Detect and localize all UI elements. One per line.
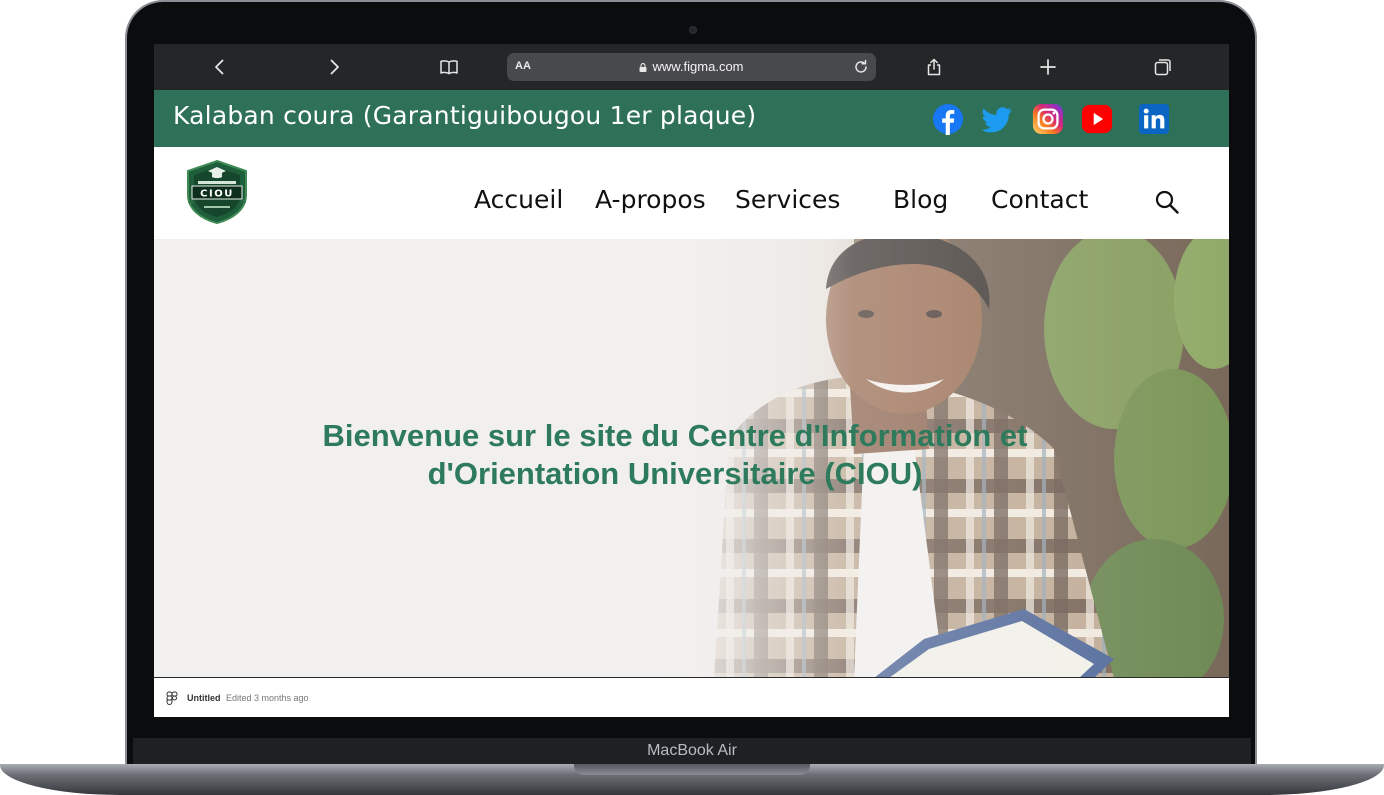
main-nav: CIOU Accueil A-propos Services Blog Cont… [154, 147, 1229, 239]
plus-icon[interactable] [1035, 54, 1061, 80]
hero-section: Bienvenue sur le site du Centre d'Inform… [154, 239, 1229, 678]
camera-icon [689, 26, 697, 34]
forward-icon[interactable] [321, 54, 347, 80]
nav-a-propos[interactable]: A-propos [595, 185, 706, 214]
instagram-icon[interactable] [1031, 102, 1065, 136]
file-name[interactable]: Untitled [187, 693, 221, 703]
logo-text: CIOU [200, 189, 234, 200]
laptop-notch [574, 764, 810, 775]
url-text: www.figma.com [507, 59, 876, 74]
top-info-bar: Kalaban coura (Garantiguibougou 1er plaq… [154, 90, 1229, 147]
hero-title: Bienvenue sur le site du Centre d'Inform… [322, 418, 1028, 491]
nav-services[interactable]: Services [735, 185, 840, 214]
linkedin-icon[interactable] [1137, 102, 1171, 136]
lock-icon [639, 63, 647, 72]
twitter-icon[interactable] [980, 102, 1014, 136]
address-text: Kalaban coura (Garantiguibougou 1er plaq… [173, 101, 757, 130]
figma-icon [166, 691, 178, 705]
youtube-icon[interactable] [1080, 102, 1114, 136]
ciou-logo[interactable]: CIOU [184, 159, 250, 225]
screen: AA www.figma.com Kalaban coura (Garantig… [154, 44, 1229, 717]
book-icon[interactable] [436, 54, 462, 80]
url-label: www.figma.com [652, 59, 744, 74]
device-label: MacBook Air [647, 742, 737, 759]
browser-toolbar: AA www.figma.com [154, 44, 1229, 90]
tabs-icon[interactable] [1150, 54, 1176, 80]
nav-blog[interactable]: Blog [893, 185, 948, 214]
nav-accueil[interactable]: Accueil [474, 185, 563, 214]
reload-icon[interactable] [852, 58, 870, 76]
back-icon[interactable] [207, 54, 233, 80]
nav-contact[interactable]: Contact [991, 185, 1088, 214]
facebook-icon[interactable] [931, 102, 965, 136]
edited-status: Edited 3 months ago [226, 693, 309, 703]
share-icon[interactable] [921, 54, 947, 80]
address-bar[interactable]: AA www.figma.com [507, 53, 876, 81]
search-icon[interactable] [1154, 189, 1180, 215]
figma-footer: Untitled Edited 3 months ago [154, 677, 1229, 717]
